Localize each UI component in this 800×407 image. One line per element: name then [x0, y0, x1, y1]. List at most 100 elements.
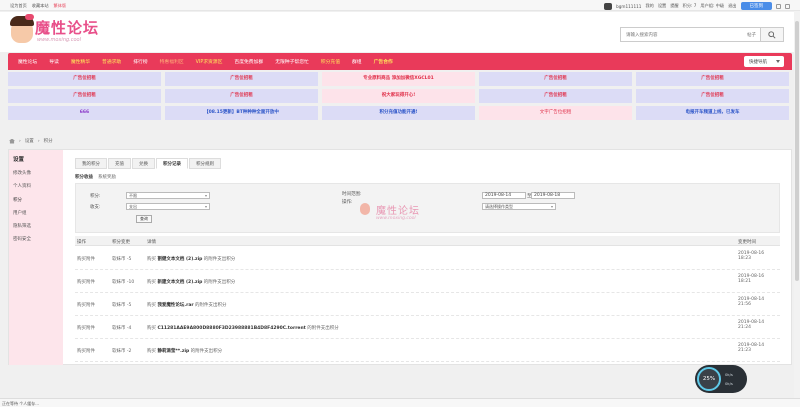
tab-credit-log[interactable]: 积分记录	[156, 158, 188, 169]
credit-type-select[interactable]: 不限	[126, 192, 210, 199]
row-time: 2019-08-14 21:56	[738, 297, 765, 307]
nav-item-help[interactable]: 普通求助	[96, 58, 127, 65]
ad-slot[interactable]: 广告位招租	[636, 72, 789, 86]
settings-link[interactable]: 设置	[658, 3, 666, 9]
credit-type-value: 不限	[129, 193, 137, 198]
tab-exchange[interactable]: 兑换	[132, 158, 155, 169]
ad-slot[interactable]: 666	[8, 106, 161, 120]
ad-slot[interactable]: 广告位招租	[165, 72, 318, 86]
bookmark-link[interactable]: 收藏本站	[32, 3, 49, 9]
nav-item-recharge[interactable]: 积分充值	[315, 58, 346, 65]
nav-item-groups[interactable]: 群组	[346, 58, 368, 65]
nav-item-baidu-group[interactable]: 百度免费加群	[228, 58, 269, 65]
row-operation: 购买附件	[77, 257, 95, 262]
ad-slot[interactable]: 广告位招租	[8, 72, 161, 86]
row-change: 软妹币 -4	[112, 326, 132, 331]
attachment-link[interactable]: C11281AAE9A800D8880F3D23988881B4D8F4290C…	[157, 326, 305, 331]
ad-slot[interactable]: 【08.15更新】BT种种种全面开放中	[165, 106, 318, 120]
main-nav: 魔性论坛 导读 魔性精华 普通求助 排行榜 特惠福利区 VIP求资源区 百度免费…	[8, 53, 792, 70]
tab-my-credits[interactable]: 我的积分	[75, 158, 107, 169]
detail-prefix: 购买	[147, 257, 158, 262]
quick-nav-button[interactable]: 快捷导航	[744, 56, 784, 67]
site-logo[interactable]: 魔性论坛 www.moxing.cool	[10, 14, 103, 47]
search-scope-select[interactable]: 帖子	[747, 32, 756, 38]
notify-link[interactable]: 提醒	[670, 3, 678, 9]
search-input[interactable]	[626, 32, 736, 37]
nav-item-home[interactable]: 魔性论坛	[12, 58, 43, 65]
sign-button[interactable]: 已签到	[740, 2, 772, 10]
nav-item-ads[interactable]: 广告合作	[368, 58, 399, 65]
ad-slot[interactable]: 广告位招租	[479, 89, 632, 103]
breadcrumb-credits: 积分	[43, 139, 53, 144]
avatar[interactable]	[604, 2, 613, 10]
set-homepage-link[interactable]: 设为首页	[10, 3, 27, 9]
chevron-down-icon	[205, 206, 207, 208]
operation-select[interactable]: 请选择操作类型	[482, 203, 556, 210]
nav-item-deals[interactable]: 特惠福利区	[154, 58, 190, 65]
traditional-link[interactable]: 繁体版	[54, 3, 67, 9]
nav-item-seeds[interactable]: 无限种子帮您忙	[269, 58, 315, 65]
nav-item-featured[interactable]: 魔性精华	[65, 58, 96, 65]
chevron-down-icon	[551, 206, 553, 208]
ad-slot[interactable]: 祝大家玩得开心!	[322, 89, 475, 103]
subtab-income[interactable]: 积分收益	[75, 174, 93, 180]
ad-slot[interactable]: 广告位招租	[479, 72, 632, 86]
attachment-link[interactable]: 割健文本文档 (2).zip	[157, 257, 202, 262]
date-to-input[interactable]: 2019-08-18	[531, 192, 575, 199]
home-icon[interactable]	[9, 138, 15, 144]
upload-speed: 0k/s	[725, 372, 733, 377]
breadcrumb: › 设置 › 积分	[9, 138, 53, 144]
nav-item-guide[interactable]: 导读	[43, 58, 65, 65]
tab-recharge[interactable]: 充值	[108, 158, 131, 169]
subtab-system-reward[interactable]: 系统奖励	[98, 174, 116, 180]
sidebar-item-credits[interactable]: 积分	[13, 197, 22, 203]
ad-row: 广告位招租 广告位招租 专业原料商品 添加加微信XGCL01 广告位招租 广告位…	[8, 72, 792, 86]
logout-link[interactable]: 退出	[728, 3, 736, 9]
watermark-url: www.moxing.cool	[376, 216, 416, 221]
nav-item-ranking[interactable]: 排行榜	[127, 58, 153, 65]
sidebar-item-profile[interactable]: 个人资料	[13, 183, 31, 189]
table-row: 购买附件 软妹币 -4 购买 C11281AAE9A800D8880F3D239…	[75, 316, 780, 339]
sidebar-item-privacy[interactable]: 隐私筛选	[13, 223, 31, 229]
speed-widget[interactable]: 25% 0k/s 0k/s	[695, 365, 747, 393]
ad-slot[interactable]: 广告位招租	[165, 89, 318, 103]
breadcrumb-settings[interactable]: 设置	[25, 138, 34, 144]
table-row: 购买附件 软妹币 -10 购买 新建文本文档 (2).zip 的附件支出积分 2…	[75, 270, 780, 293]
row-time: 2019-08-16 18:21	[738, 274, 765, 284]
ad-slot[interactable]: 电报开车频道上线，已发车	[636, 106, 789, 120]
username-link[interactable]: bgm111111	[616, 4, 641, 9]
ad-slot[interactable]: 广告位招租	[8, 89, 161, 103]
status-text: 正在等待 个人缓存...	[2, 401, 40, 406]
table-row: 购买附件 软妹币 -2 购买 静莉滴莹**.zip 的附件支出积分 2019-0…	[75, 339, 780, 362]
ad-slot[interactable]: 专业原料商品 添加加微信XGCL01	[322, 72, 475, 86]
ad-slot[interactable]: 积分充值功能开通!	[322, 106, 475, 120]
usergroup-link[interactable]: 用户组: 中级	[700, 3, 724, 9]
query-button[interactable]: 查询	[136, 215, 152, 223]
ad-row: 广告位招租 广告位招租 祝大家玩得开心! 广告位招租 广告位招租	[8, 89, 792, 103]
sidebar-item-avatar[interactable]: 修改头像	[13, 170, 31, 176]
direction-select[interactable]: 支出	[126, 203, 210, 210]
window-icon[interactable]	[776, 3, 781, 9]
attachment-link[interactable]: 我爱魔性论坛.rar	[157, 303, 193, 308]
date-from-input[interactable]: 2019-08-14	[482, 192, 526, 199]
my-link[interactable]: 我的	[645, 3, 653, 9]
row-detail: 购买 新建文本文档 (2).zip 的附件支出积分	[147, 279, 235, 285]
attachment-link[interactable]: 静莉滴莹**.zip	[157, 349, 189, 354]
operation-value: 请选择操作类型	[485, 204, 513, 209]
grid-icon[interactable]	[785, 3, 790, 9]
scroll-thumb[interactable]	[795, 21, 799, 281]
sidebar-item-password[interactable]: 密码安全	[13, 236, 31, 242]
ad-slot[interactable]: 广告位招租	[636, 89, 789, 103]
ad-slot[interactable]: 文字广告位招租	[479, 106, 632, 120]
row-detail: 购买 静莉滴莹**.zip 的附件支出积分	[147, 348, 222, 354]
nav-item-vip[interactable]: VIP求资源区	[190, 58, 229, 65]
search-button[interactable]	[761, 27, 784, 42]
attachment-link[interactable]: 新建文本文档 (2).zip	[157, 280, 202, 285]
tab-credit-rules[interactable]: 积分规则	[189, 158, 221, 169]
page-scrollbar[interactable]	[794, 11, 800, 398]
row-change: 软妹币 -10	[112, 280, 135, 285]
detail-suffix: 的附件支出积分	[189, 349, 223, 354]
credits-link[interactable]: 积分: 7	[683, 3, 697, 9]
search-box: 帖子	[620, 27, 761, 42]
sidebar-item-usergroup[interactable]: 用户组	[13, 210, 27, 216]
